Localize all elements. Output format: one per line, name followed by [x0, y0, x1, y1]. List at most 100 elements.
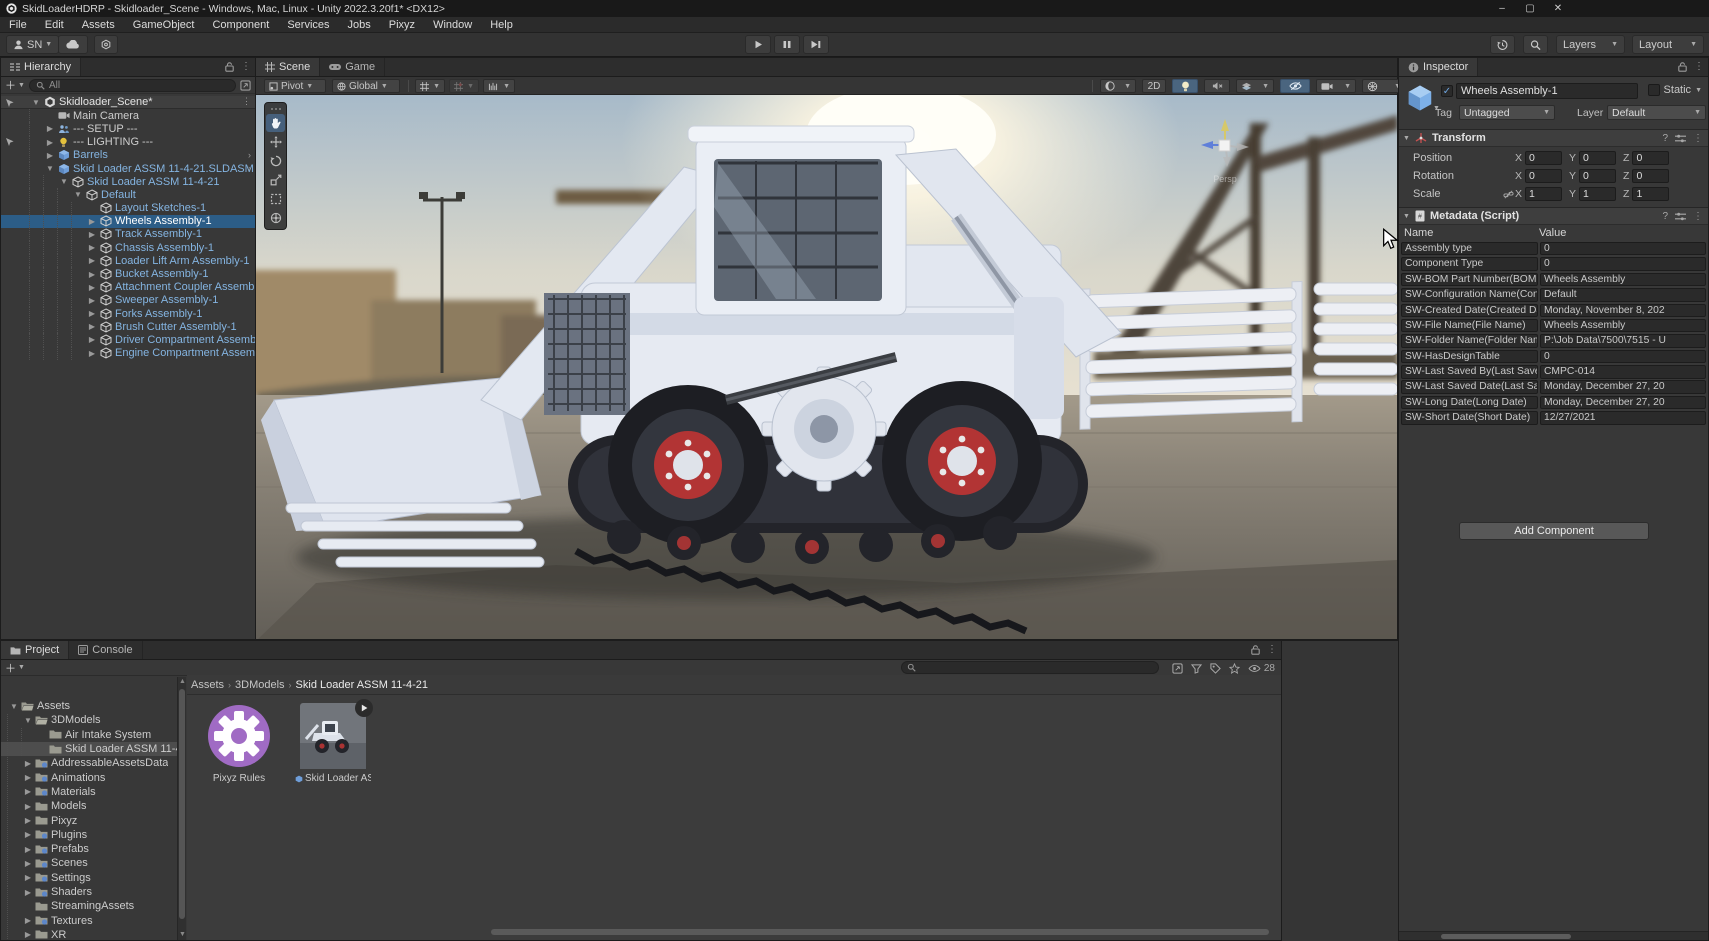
- help-icon[interactable]: ?: [1662, 211, 1668, 222]
- metadata-value-field[interactable]: CMPC-014: [1540, 365, 1706, 379]
- hierarchy-row[interactable]: ▶Engine Compartment Assembly-2: [1, 347, 255, 360]
- static-dropdown-icon[interactable]: ▼: [1695, 87, 1702, 94]
- layers-dropdown[interactable]: Layers▼: [1556, 35, 1625, 54]
- project-tree-row[interactable]: ▼3DModels: [1, 713, 177, 727]
- foldout-icon[interactable]: ▶: [21, 916, 35, 925]
- metadata-value-field[interactable]: 0: [1540, 242, 1706, 256]
- foldout-icon[interactable]: ▼: [1403, 135, 1410, 142]
- transform-position-x-field[interactable]: 0: [1525, 151, 1562, 165]
- foldout-icon[interactable]: ▶: [43, 124, 57, 133]
- draw-mode-dropdown[interactable]: ▼: [1100, 79, 1136, 93]
- transform-scale-z-field[interactable]: 1: [1632, 187, 1669, 201]
- transform-component-header[interactable]: ▼ Transform ? ⋮: [1399, 129, 1708, 147]
- step-button[interactable]: [803, 35, 829, 54]
- inspector-horizontal-scrollbar[interactable]: [1399, 931, 1708, 940]
- menu-file[interactable]: File: [0, 17, 36, 33]
- project-horizontal-scrollbar[interactable]: [491, 929, 1269, 935]
- maximize-button[interactable]: ▢: [1516, 0, 1544, 17]
- project-tree-row[interactable]: ▶Pixyz: [1, 813, 177, 827]
- component-menu-icon[interactable]: ⋮: [1693, 211, 1703, 222]
- tool-handle-pivot-dropdown[interactable]: Pivot▼: [264, 79, 326, 93]
- filter-label-icon[interactable]: [1210, 663, 1221, 674]
- project-tree-row[interactable]: Air Intake System: [1, 728, 177, 742]
- project-tree-row[interactable]: ▶XR: [1, 928, 177, 940]
- scene-3d-viewport[interactable]: Persp: [256, 95, 1397, 639]
- undo-history-button[interactable]: [1490, 35, 1515, 54]
- link-scale-icon[interactable]: [1501, 189, 1515, 200]
- foldout-icon[interactable]: ▶: [85, 335, 99, 344]
- lock-icon[interactable]: [225, 62, 234, 72]
- project-tree-row[interactable]: ▶Animations: [1, 770, 177, 784]
- hierarchy-row[interactable]: ▼Default: [1, 188, 255, 201]
- hierarchy-row[interactable]: Main Camera: [1, 109, 255, 122]
- foldout-icon[interactable]: ▶: [21, 888, 35, 897]
- metadata-name-field[interactable]: SW-BOM Part Number(BOM P: [1401, 273, 1538, 287]
- hierarchy-row[interactable]: ▶Forks Assembly-1: [1, 307, 255, 320]
- foldout-icon[interactable]: ▶: [21, 773, 35, 782]
- close-button[interactable]: ✕: [1544, 0, 1572, 17]
- static-checkbox[interactable]: ✓: [1648, 84, 1660, 96]
- transform-scale-y-field[interactable]: 1: [1579, 187, 1616, 201]
- layer-dropdown[interactable]: Default▼: [1607, 105, 1706, 120]
- foldout-icon[interactable]: ▶: [21, 845, 35, 854]
- foldout-icon[interactable]: ▶: [21, 930, 35, 939]
- foldout-icon[interactable]: ▶: [21, 802, 35, 811]
- foldout-icon[interactable]: ▶: [85, 243, 99, 252]
- breadcrumb-item[interactable]: Assets: [191, 679, 224, 691]
- hidden-count[interactable]: 28: [1248, 663, 1275, 674]
- 2d-toggle[interactable]: 2D: [1142, 79, 1166, 93]
- scale-tool[interactable]: [266, 171, 285, 189]
- tab-project[interactable]: Project: [1, 641, 69, 659]
- pick-toggle-icon[interactable]: [5, 136, 27, 149]
- pixyz-rules-thumbnail[interactable]: [206, 703, 272, 769]
- scrollbar-thumb[interactable]: [1441, 934, 1571, 939]
- project-tree-row[interactable]: ▶Shaders: [1, 885, 177, 899]
- hierarchy-row[interactable]: ▶Loader Lift Arm Assembly-1: [1, 254, 255, 267]
- pause-button[interactable]: [774, 35, 800, 54]
- scene-lighting-toggle[interactable]: [1172, 79, 1198, 93]
- camera-settings-dropdown[interactable]: ▼: [1316, 79, 1356, 93]
- prefab-open-chevron-icon[interactable]: ›: [248, 150, 251, 160]
- save-search-star-icon[interactable]: [1229, 663, 1240, 674]
- project-tree-row[interactable]: ▶Scenes: [1, 856, 177, 870]
- view-hand-tool[interactable]: [266, 114, 285, 132]
- metadata-value-field[interactable]: 0: [1540, 350, 1706, 364]
- project-tree-row[interactable]: ▼Assets: [1, 699, 177, 713]
- minimize-button[interactable]: –: [1488, 0, 1516, 17]
- hierarchy-row[interactable]: ▶Driver Compartment Assembly-1: [1, 333, 255, 346]
- metadata-value-field[interactable]: Monday, December 27, 20: [1540, 396, 1706, 410]
- account-dropdown[interactable]: SN▼: [6, 35, 59, 54]
- prefab-open-chevron-icon[interactable]: ›: [248, 163, 251, 173]
- gameobject-name-field[interactable]: Wheels Assembly-1: [1456, 83, 1638, 99]
- tab-console[interactable]: Console: [69, 641, 142, 659]
- metadata-name-field[interactable]: SW-HasDesignTable: [1401, 350, 1538, 364]
- move-tool[interactable]: [266, 133, 285, 151]
- hierarchy-row[interactable]: ▶Sweeper Assembly-1: [1, 294, 255, 307]
- foldout-icon[interactable]: ▼: [29, 98, 43, 107]
- project-tree-row[interactable]: ▶Models: [1, 799, 177, 813]
- search-everywhere-button[interactable]: [1523, 35, 1548, 54]
- hierarchy-row[interactable]: ▶Chassis Assembly-1: [1, 241, 255, 254]
- metadata-name-field[interactable]: SW-Last Saved By(Last Saved: [1401, 365, 1538, 379]
- menu-jobs[interactable]: Jobs: [339, 17, 380, 33]
- metadata-value-field[interactable]: Monday, December 27, 20: [1540, 380, 1706, 394]
- effects-dropdown[interactable]: ▼: [1236, 79, 1274, 93]
- tab-game[interactable]: Game: [320, 58, 385, 76]
- foldout-icon[interactable]: ▶: [43, 138, 57, 147]
- foldout-icon[interactable]: ▼: [71, 190, 85, 199]
- transform-position-y-field[interactable]: 0: [1579, 151, 1616, 165]
- breadcrumb-item[interactable]: 3DModels: [235, 679, 285, 691]
- foldout-icon[interactable]: ▶: [85, 322, 99, 331]
- project-tree-row[interactable]: ▶Materials: [1, 785, 177, 799]
- foldout-icon[interactable]: ▶: [85, 230, 99, 239]
- metadata-value-field[interactable]: Monday, November 8, 202: [1540, 304, 1706, 318]
- inspector-menu-icon[interactable]: ⋮: [1694, 61, 1704, 72]
- scene-menu-icon[interactable]: ⋮: [242, 96, 251, 107]
- foldout-icon[interactable]: ▶: [85, 283, 99, 292]
- snap-settings-dropdown[interactable]: ▼: [483, 79, 515, 93]
- menu-help[interactable]: Help: [481, 17, 522, 33]
- play-button[interactable]: [745, 35, 771, 54]
- hierarchy-menu-icon[interactable]: ⋮: [241, 61, 251, 72]
- metadata-value-field[interactable]: 12/27/2021: [1540, 411, 1706, 425]
- transform-rotation-x-field[interactable]: 0: [1525, 169, 1562, 183]
